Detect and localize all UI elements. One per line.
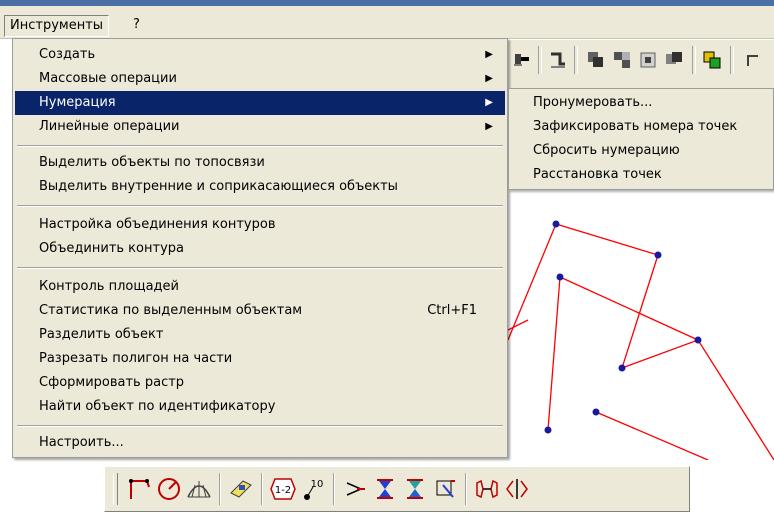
polyline-icon[interactable] — [125, 475, 153, 503]
hourglass-blue-icon[interactable] — [371, 475, 399, 503]
pin-icon[interactable] — [512, 50, 532, 70]
menu-item-linear-operations[interactable]: Линейные операции ▶ — [15, 115, 505, 139]
menu-item-label: Выделить внутренние и соприкасающиеся об… — [39, 179, 398, 194]
vertex-point[interactable] — [592, 408, 600, 416]
menu-item-selection-statistics[interactable]: Статистика по выделенным объектам Ctrl+F1 — [15, 299, 505, 323]
vertex-point[interactable] — [544, 426, 552, 434]
menu-item-label: Разделить объект — [39, 327, 164, 342]
menu-item-form-raster[interactable]: Сформировать растр — [15, 371, 505, 395]
menu-item-label: Объединить контура — [39, 241, 184, 256]
numbering-submenu: Пронумеровать... Зафиксировать номера то… — [508, 88, 774, 190]
menu-item-configure[interactable]: Настроить... — [15, 431, 505, 455]
menu-separator — [17, 425, 503, 427]
frame-icon[interactable] — [638, 50, 658, 70]
submenu-arrow-icon: ▶ — [485, 73, 493, 84]
menu-item-merge-settings[interactable]: Настройка объединения контуров — [15, 213, 505, 237]
menu-item-label: Массовые операции — [39, 71, 177, 86]
submenu-arrow-icon: ▶ — [485, 121, 493, 132]
menu-item-numbering[interactable]: Нумерация ▶ — [15, 91, 505, 115]
menu-item-bulk-operations[interactable]: Массовые операции ▶ — [15, 67, 505, 91]
number-label: 1-2 — [275, 485, 291, 496]
label-icon[interactable] — [227, 475, 255, 503]
circle-icon[interactable] — [155, 475, 183, 503]
submenu-arrow-icon: ▶ — [485, 97, 493, 108]
vertex-point[interactable] — [552, 220, 560, 228]
menu-item-label: Настроить... — [39, 435, 124, 450]
menu-separator — [17, 267, 503, 269]
partial-icon[interactable] — [744, 50, 764, 70]
number-1-2-icon[interactable]: 1-2 — [269, 475, 297, 503]
menu-item-label: Сформировать растр — [39, 375, 185, 390]
toolbar-grip[interactable] — [113, 473, 118, 505]
toolbar-separator — [538, 46, 542, 74]
menu-item-label: Создать — [39, 47, 96, 62]
menu-separator — [17, 205, 503, 207]
toolbar-separator — [333, 473, 335, 505]
shortcut-label: Ctrl+F1 — [427, 303, 477, 318]
submenu-arrow-icon: ▶ — [485, 49, 493, 60]
menu-item-cut-polygon[interactable]: Разрезать полигон на части — [15, 347, 505, 371]
toolbar-separator — [261, 473, 263, 505]
toolbar-separator — [730, 46, 734, 74]
menu-item-merge-contours[interactable]: Объединить контура — [15, 237, 505, 261]
menu-item-select-by-topology[interactable]: Выделить объекты по топосвязи — [15, 151, 505, 175]
menu-item-select-inner-touching[interactable]: Выделить внутренние и соприкасающиеся об… — [15, 175, 505, 199]
submenu-item-number[interactable]: Пронумеровать... — [511, 91, 769, 115]
vertex-point[interactable] — [654, 251, 662, 259]
group-icon[interactable] — [664, 50, 684, 70]
top-toolbar — [508, 40, 774, 88]
box-cursor-icon[interactable] — [431, 475, 459, 503]
menu-item-label: Нумерация — [39, 95, 116, 110]
submenu-item-fix-point-numbers[interactable]: Зафиксировать номера точек — [511, 115, 769, 139]
menu-item-find-by-id[interactable]: Найти объект по идентификатору — [15, 395, 505, 419]
menu-item-split-object[interactable]: Разделить объект — [15, 323, 505, 347]
vertex-point[interactable] — [618, 364, 626, 372]
hourglass-green-icon[interactable] — [401, 475, 429, 503]
menu-item-label: Линейные операции — [39, 119, 180, 134]
menu-item-label: Выделить объекты по топосвязи — [39, 155, 265, 170]
vertex-point[interactable] — [694, 336, 702, 344]
submenu-item-place-points[interactable]: Расстановка точек — [511, 163, 769, 187]
menu-separator — [17, 145, 503, 147]
menu-item-label: Статистика по выделенным объектам — [39, 303, 303, 318]
toolbar-separator — [219, 473, 221, 505]
toolbar-separator — [692, 46, 696, 74]
layers-icon[interactable] — [586, 50, 606, 70]
menu-item-create[interactable]: Создать ▶ — [15, 43, 505, 67]
step-icon[interactable] — [548, 50, 568, 70]
point-10-icon[interactable]: 10 — [299, 475, 327, 503]
copy-color-icon[interactable] — [702, 50, 722, 70]
menu-item-label: Найти объект по идентификатору — [39, 399, 276, 414]
point-label: 10 — [311, 479, 324, 490]
layers-split-icon[interactable] — [612, 50, 632, 70]
submenu-item-reset-numbering[interactable]: Сбросить нумерацию — [511, 139, 769, 163]
toolbar-separator — [465, 473, 467, 505]
bottom-toolbar: 1-2 10 — [104, 466, 690, 512]
angle-icon[interactable] — [341, 475, 369, 503]
menu-item-label: Разрезать полигон на части — [39, 351, 233, 366]
arc-fan-icon[interactable] — [185, 475, 213, 503]
menu-item-label: Настройка объединения контуров — [39, 217, 276, 232]
split-icon[interactable] — [503, 475, 531, 503]
instruments-menu: Создать ▶ Массовые операции ▶ Нумерация ▶ Л… — [12, 38, 508, 458]
menu-help[interactable]: ? — [128, 15, 145, 35]
vertex-point[interactable] — [556, 273, 564, 281]
menu-instruments[interactable]: Инструменты — [4, 15, 110, 37]
map-canvas[interactable] — [508, 190, 774, 460]
toolbar-separator — [574, 46, 578, 74]
menu-item-area-control[interactable]: Контроль площадей — [15, 275, 505, 299]
menu-bar: Инструменты ? — [0, 6, 774, 39]
menu-item-label: Контроль площадей — [39, 279, 179, 294]
merge-icon[interactable] — [473, 475, 501, 503]
